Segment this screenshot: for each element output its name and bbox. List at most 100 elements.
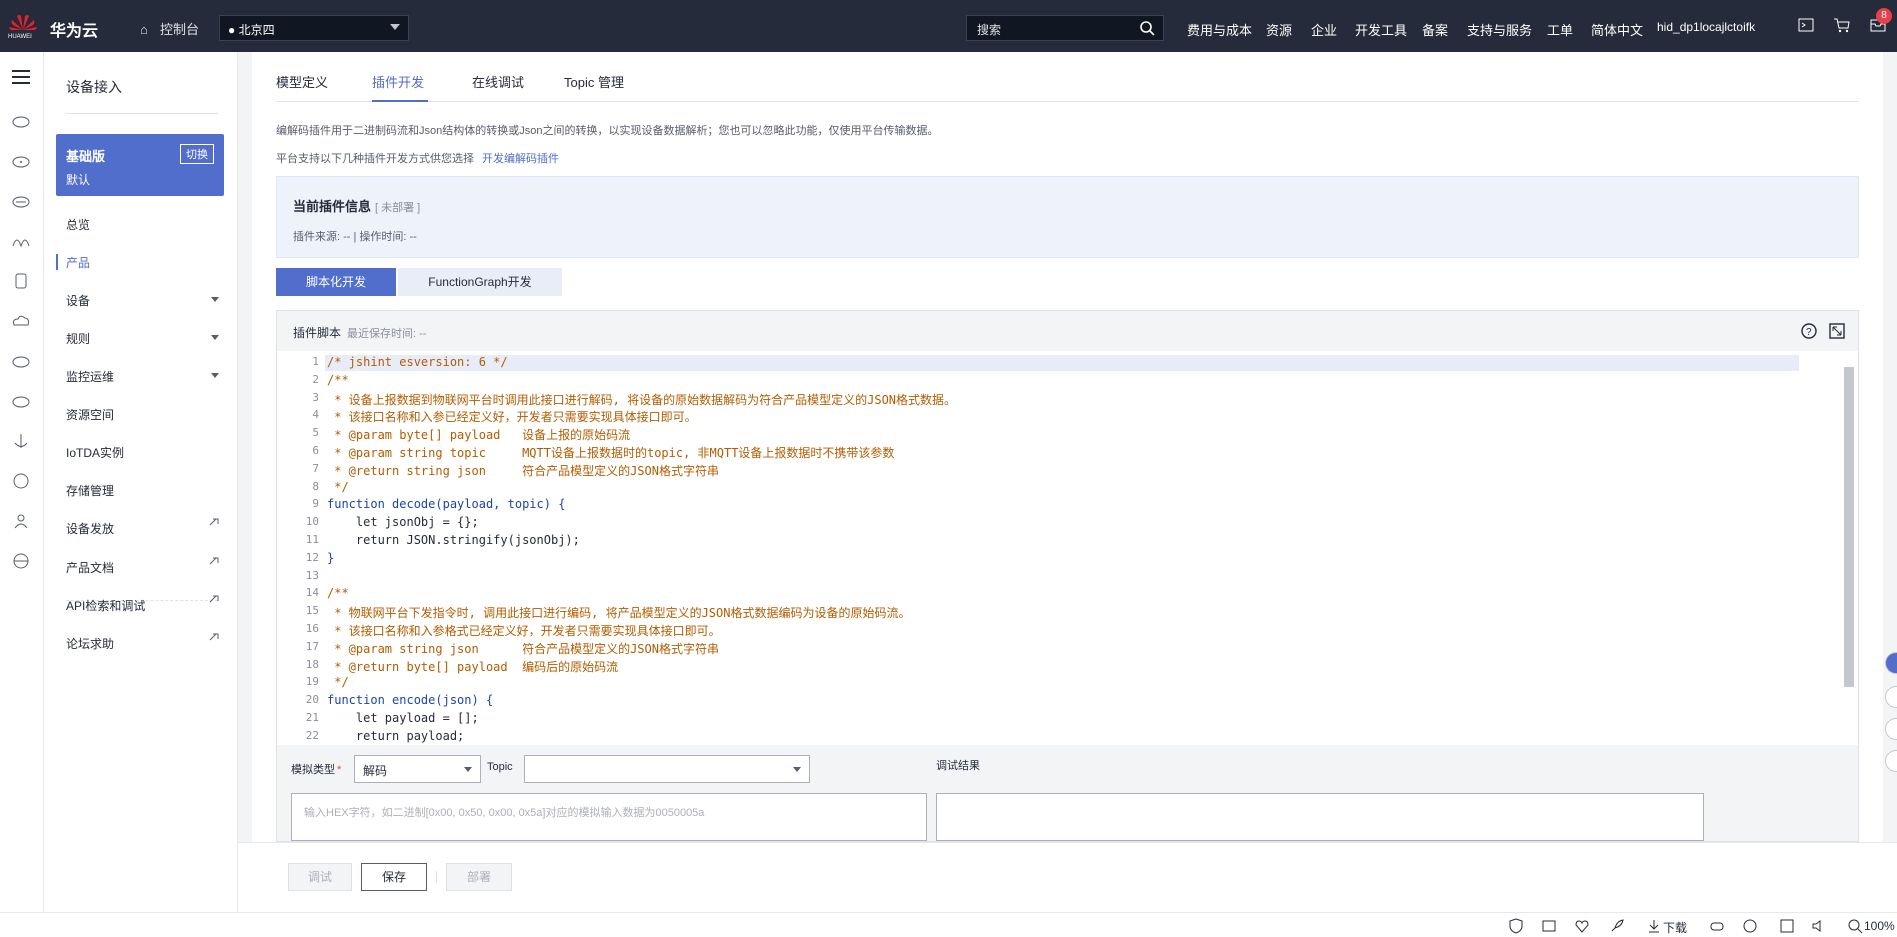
code-line[interactable]: * @param byte[] payload 设备上报的原始码流 [327,426,630,443]
nav-filing[interactable]: 备案 [1422,20,1448,39]
region-select[interactable]: ● 北京四 [219,15,409,41]
user-name[interactable]: hid_dp1locajlctoifk [1657,20,1755,34]
code-line[interactable]: * @return string json 符合产品模型定义的JSON格式字符串 [327,462,719,479]
nav-tickets[interactable]: 工单 [1547,20,1573,39]
nav-cost[interactable]: 费用与成本 [1187,20,1252,39]
menu-hamburger-icon[interactable] [10,66,32,88]
huawei-logo-icon[interactable]: HUAWEI [8,12,38,44]
sidebar-item-devices[interactable]: 设备 [66,292,90,309]
functiongraph-dev-button[interactable]: FunctionGraph开发 [398,268,562,296]
code-line[interactable]: * 该接口名称和入参格式已经定义好，开发者只需要实现具体接口即可。 [327,622,720,639]
scrollbar-thumb[interactable] [1844,367,1854,687]
terminal-icon[interactable] [1797,16,1815,34]
zoom-icon[interactable] [1847,918,1863,934]
global-search-input[interactable]: 搜索 [966,15,1164,41]
nav-dev-tools[interactable]: 开发工具 [1355,20,1407,39]
external-link-icon[interactable] [207,555,221,569]
external-link-icon[interactable] [207,631,221,645]
code-editor[interactable]: 1 /* jshint esversion: 6 */ 2 /** 3 * 设备上报数据… [277,351,1858,745]
nav-support[interactable]: 支持与服务 [1467,20,1532,39]
code-line[interactable]: /** [327,586,349,600]
code-line[interactable]: * 该接口名称和入参已经定义好，开发者只需要实现具体接口即可。 [327,408,696,425]
cart-icon[interactable] [1833,16,1851,34]
tab-plugin-development[interactable]: 插件开发 [372,72,424,91]
cloud-storage-icon[interactable] [10,190,32,212]
sidebar-item-rules[interactable]: 规则 [66,330,90,347]
code-line[interactable]: * @param string json 符合产品模型定义的JSON格式字符串 [327,640,719,657]
code-line[interactable]: function encode(json) { [327,693,493,707]
sim-type-select[interactable]: 解码 [354,755,481,783]
code-line[interactable]: * 设备上报数据到物联网平台时调用此接口进行解码, 将设备的原始数据解码为符合产… [327,391,956,408]
image-icon[interactable] [1541,918,1557,934]
shield-icon[interactable] [1508,918,1524,934]
code-line[interactable]: let payload = []; [327,711,479,725]
heart-icon[interactable] [1574,918,1590,934]
sidebar-item-docs[interactable]: 产品文档 [66,559,114,576]
code-line[interactable]: /* jshint esversion: 6 */ [327,355,508,369]
editor-scrollbar[interactable] [1844,361,1854,735]
download-icon[interactable] [1646,918,1662,934]
sidebar-item-api-explorer[interactable]: API检索和调试 [66,597,145,614]
database-icon[interactable] [10,270,32,292]
tab-topic-management[interactable]: Topic 管理 [564,72,624,91]
code-line[interactable]: /** [327,373,349,387]
code-line[interactable]: return JSON.stringify(jsonObj); [327,533,580,547]
sim-type-text: 模拟类型 [291,764,335,776]
code-line[interactable]: */ [327,675,348,689]
sidebar-item-storage[interactable]: 存储管理 [66,482,114,499]
script-dev-button[interactable]: 脚本化开发 [276,268,396,296]
sidebar-item-overview[interactable]: 总览 [66,216,90,233]
nav-enterprise[interactable]: 企业 [1311,20,1337,39]
sidebar-item-iotda-instance[interactable]: IoTDA实例 [66,444,124,461]
sidebar-item-forum[interactable]: 论坛求助 [66,635,114,652]
cloud-security-icon[interactable] [10,390,32,412]
debug-result-textarea[interactable] [936,793,1704,841]
nav-language[interactable]: 简体中文 [1591,20,1643,39]
screenshot-icon[interactable] [1779,918,1795,934]
volume-icon[interactable] [1811,918,1827,934]
cloud-icon[interactable] [10,310,32,332]
hex-input-textarea[interactable]: 输入HEX字符，如二进制[0x00, 0x50, 0x00, 0x5a]对应的模… [291,793,927,841]
edition-switch-button[interactable]: 切换 [180,144,214,164]
dev-plugin-link[interactable]: 开发编解码插件 [482,153,559,165]
download-label[interactable]: 下载 [1663,919,1687,936]
code-line[interactable]: return payload; [327,729,464,743]
debug-button[interactable]: 调试 [288,863,352,891]
search-icon[interactable] [1139,20,1155,39]
globe-icon[interactable] [10,550,32,572]
fullscreen-icon[interactable] [1828,322,1846,340]
help-icon[interactable]: ? [1800,322,1818,340]
code-line[interactable]: function decode(payload, topic) { [327,497,565,511]
people-icon[interactable] [10,510,32,532]
tab-model-definition[interactable]: 模型定义 [276,72,328,91]
deploy-status-badge: [ 未部署 ] [375,202,421,214]
topic-select[interactable] [524,755,810,783]
sidebar-item-resource-space[interactable]: 资源空间 [66,406,114,423]
deploy-button[interactable]: 部署 [446,863,512,891]
bridge-icon[interactable] [10,230,32,252]
external-link-icon[interactable] [207,593,221,607]
console-link[interactable]: ⌂ 控制台 [140,19,199,38]
code-line[interactable]: * @param string topic MQTT设备上报数据时的topic,… [327,444,894,461]
cloud-network-icon[interactable] [10,350,32,372]
edge-icon[interactable] [1742,918,1758,934]
code-line[interactable]: */ [327,480,348,494]
game-icon[interactable] [1709,918,1725,934]
external-link-icon[interactable] [207,516,221,530]
code-line[interactable]: * 物联网平台下发指令时, 调用此接口进行编码, 将产品模型定义的JSON格式数… [327,604,910,621]
code-line[interactable]: * @return byte[] payload 编码后的原始码流 [327,658,618,675]
nav-resources[interactable]: 资源 [1266,20,1292,39]
anchor-icon[interactable] [10,430,32,452]
sidebar-item-provisioning[interactable]: 设备发放 [66,520,114,537]
tab-online-debug[interactable]: 在线调试 [472,72,524,91]
brand-name[interactable]: 华为云 [50,17,98,41]
sidebar-item-monitoring[interactable]: 监控运维 [66,368,114,385]
sidebar-item-products[interactable]: 产品 [66,254,90,271]
save-button[interactable]: 保存 [361,863,427,891]
code-line[interactable]: let jsonObj = {}; [327,515,479,529]
rocket-icon[interactable] [1609,918,1625,934]
code-line[interactable]: } [327,551,334,565]
cloud-service-icon[interactable] [10,110,32,132]
ip-icon[interactable] [10,470,32,492]
cloud-compute-icon[interactable] [10,150,32,172]
